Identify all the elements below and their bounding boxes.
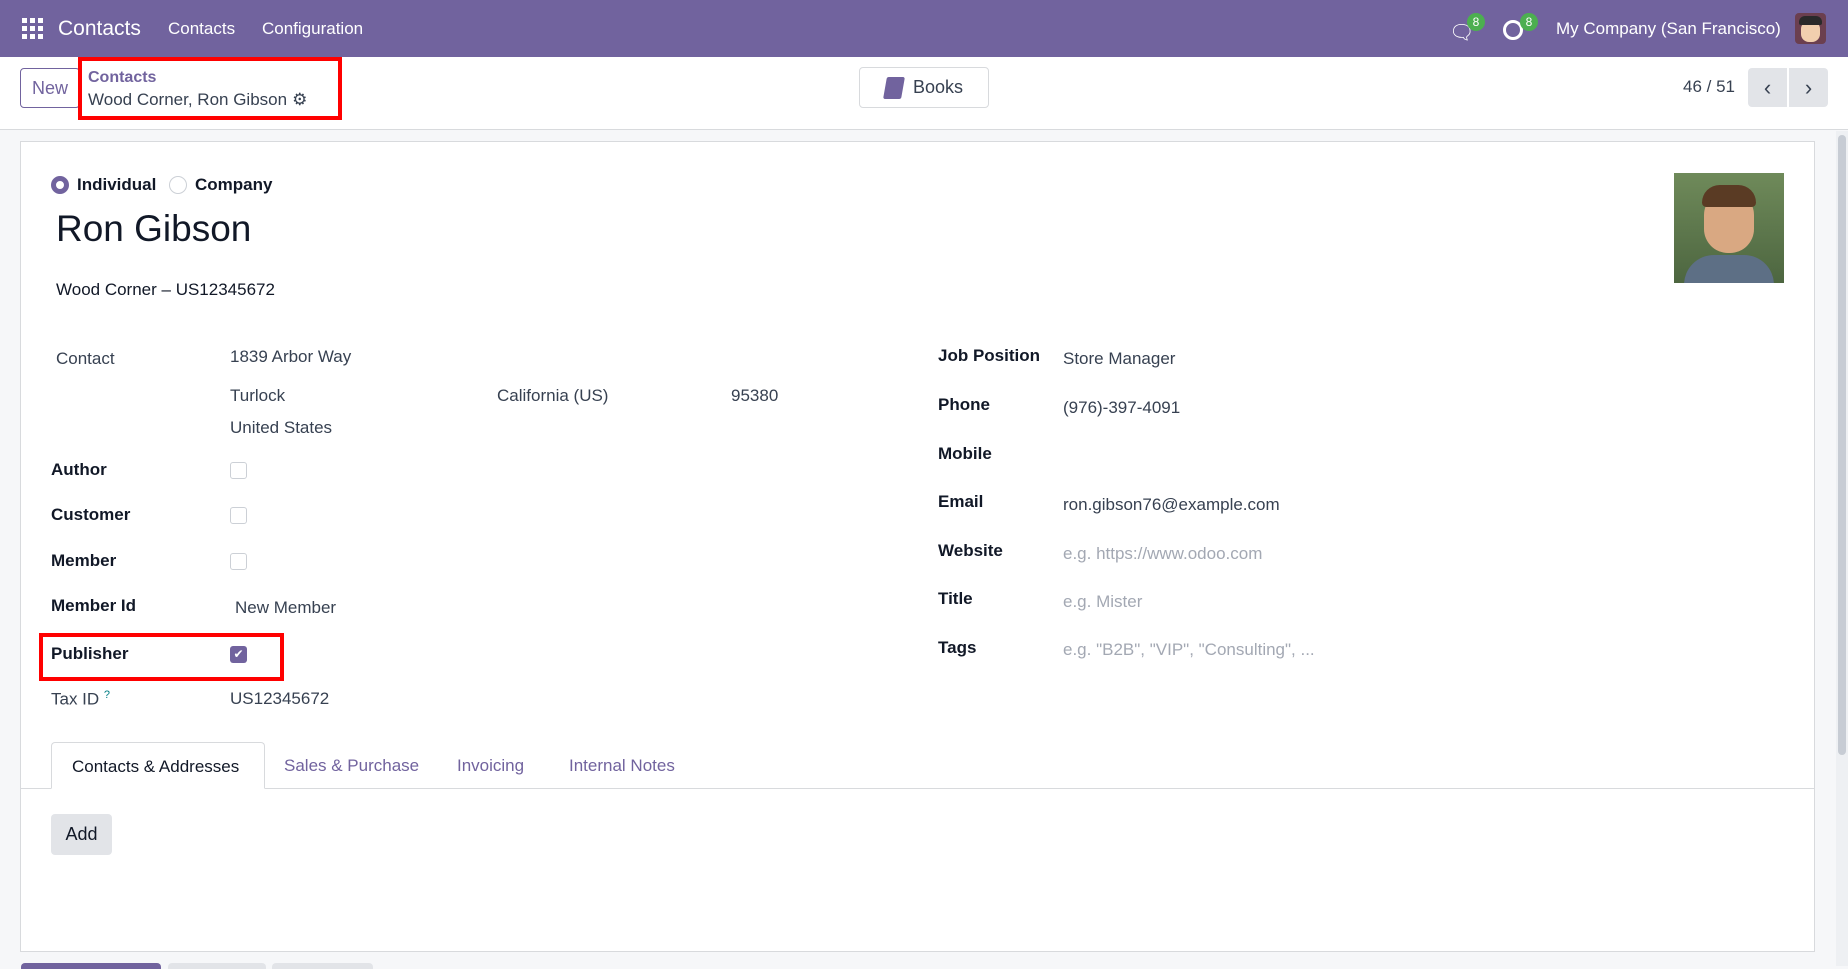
form-sheet [20,141,1815,952]
top-navbar: Contacts Contacts Configuration 🗨 8 8 My… [0,0,1848,57]
country-field[interactable]: United States [230,418,332,438]
scrollbar[interactable] [1836,131,1848,966]
menu-configuration[interactable]: Configuration [262,0,363,57]
zip-field[interactable]: 95380 [731,386,778,406]
state-field[interactable]: California (US) [497,386,608,406]
book-icon [883,76,905,99]
activities-badge: 8 [1520,13,1538,31]
title-field[interactable]: e.g. Mister [1063,592,1142,612]
email-field[interactable]: ron.gibson76@example.com [1063,495,1280,515]
radio-checked-icon [51,176,69,194]
app-name[interactable]: Contacts [58,0,141,57]
log-note-button[interactable] [168,963,266,969]
member-checkbox[interactable] [230,553,247,570]
title-label: Title [938,589,973,608]
company-switcher[interactable]: My Company (San Francisco) [1556,0,1781,57]
phone-label: Phone [938,395,990,414]
author-checkbox[interactable] [230,462,247,479]
tags-label: Tags [938,638,977,657]
street-field[interactable]: 1839 Arbor Way [230,347,351,367]
scrollbar-thumb[interactable] [1838,135,1846,755]
tax-id-label-text: Tax ID [51,689,100,709]
member-label: Member [51,551,117,570]
phone-field[interactable]: (976)-397-4091 [1063,398,1180,418]
tab-invoicing[interactable]: Invoicing [437,742,544,789]
books-label: Books [912,77,964,97]
highlight-publisher [39,633,284,681]
customer-checkbox[interactable] [230,507,247,524]
job-position-field[interactable]: Store Manager [1063,349,1175,369]
job-position-label: Job Position [938,346,1040,365]
pager-value[interactable]: 46 / 51 [1683,77,1735,97]
pager-next-button[interactable]: › [1789,68,1828,107]
add-button[interactable]: Add [51,814,112,855]
radio-company-label: Company [195,175,273,194]
radio-company[interactable]: Company [169,175,272,195]
website-label: Website [938,541,1003,560]
radio-individual-label: Individual [77,175,157,194]
chevron-left-icon: ‹ [1763,74,1772,100]
pager-previous-button[interactable]: ‹ [1748,68,1787,107]
chevron-right-icon: › [1804,74,1813,100]
contact-label: Contact [56,349,115,368]
email-label: Email [938,492,984,511]
company-line[interactable]: Wood Corner – US12345672 [56,280,275,300]
tab-internal-notes[interactable]: Internal Notes [549,742,695,789]
author-label: Author [51,460,107,479]
tags-field[interactable]: e.g. "B2B", "VIP", "Consulting", ... [1063,640,1315,660]
apps-menu-icon[interactable] [22,18,43,39]
member-id-field[interactable]: New Member [235,598,336,618]
new-button[interactable]: New [20,68,80,108]
customer-label: Customer [51,505,131,524]
tab-sales-purchase[interactable]: Sales & Purchase [264,742,439,789]
mobile-field[interactable] [1063,446,1463,466]
website-field[interactable]: e.g. https://www.odoo.com [1063,544,1262,564]
contact-name[interactable]: Ron Gibson [56,208,251,250]
activities-chatter-button[interactable] [272,963,373,969]
tax-id-field[interactable]: US12345672 [230,689,329,709]
mobile-label: Mobile [938,444,992,463]
tax-id-label: Tax ID ? [51,689,110,710]
radio-individual[interactable]: Individual [51,175,156,195]
activities-button[interactable]: 8 [1503,13,1543,42]
user-avatar[interactable] [1795,13,1826,44]
send-message-button[interactable] [21,963,161,969]
radio-unchecked-icon [169,176,187,194]
tax-id-help-icon[interactable]: ? [104,689,110,701]
menu-contacts[interactable]: Contacts [168,0,235,57]
city-field[interactable]: Turlock [230,386,285,406]
member-id-label: Member Id [51,596,137,615]
messages-badge: 8 [1467,13,1485,31]
contact-photo[interactable] [1674,173,1784,283]
messages-button[interactable]: 🗨 8 [1449,13,1489,44]
tab-contacts-addresses[interactable]: Contacts & Addresses [51,742,265,789]
highlight-breadcrumb [78,57,342,120]
books-button[interactable]: Books [859,67,989,108]
